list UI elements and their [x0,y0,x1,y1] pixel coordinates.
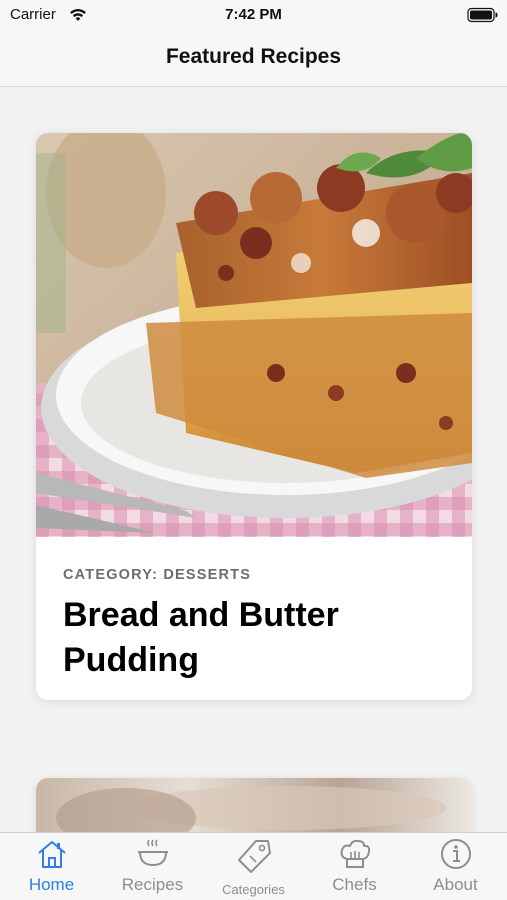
bowl-icon [137,839,168,867]
chef-hat-icon [340,839,370,868]
navigation-bar: Featured Recipes [0,30,507,87]
tab-recipes[interactable]: Recipes [102,833,203,900]
recipe-card[interactable]: CATEGORY: DESSERTS Bread and Butter Pudd… [36,133,472,700]
tab-bar: Home Recipes Categories Chefs About [0,832,507,900]
tab-home-label: Home [28,875,75,894]
recipe-photo [36,778,472,832]
tab-categories-label: Categories [222,882,285,897]
tab-about-label: About [433,875,478,894]
battery-icon [467,7,498,23]
tab-chefs-label: Chefs [332,875,377,894]
recipe-card[interactable] [36,778,472,832]
recipe-photo [36,133,472,537]
recipe-title: Bread and Butter Pudding [63,596,339,679]
tab-about[interactable]: About [405,833,506,900]
status-bar: Carrier 7:42 PM [0,0,507,30]
status-time: 7:42 PM [225,6,282,23]
tab-home[interactable]: Home [1,833,102,900]
info-icon [440,839,471,869]
tab-categories[interactable]: Categories [203,833,304,900]
tag-icon [237,840,271,873]
tab-chefs[interactable]: Chefs [304,833,405,900]
recipe-feed[interactable]: CATEGORY: DESSERTS Bread and Butter Pudd… [0,88,507,832]
page-title: Featured Recipes [165,45,342,68]
recipe-category: CATEGORY: DESSERTS [63,567,252,583]
home-icon [37,841,66,868]
tab-recipes-label: Recipes [121,875,184,894]
